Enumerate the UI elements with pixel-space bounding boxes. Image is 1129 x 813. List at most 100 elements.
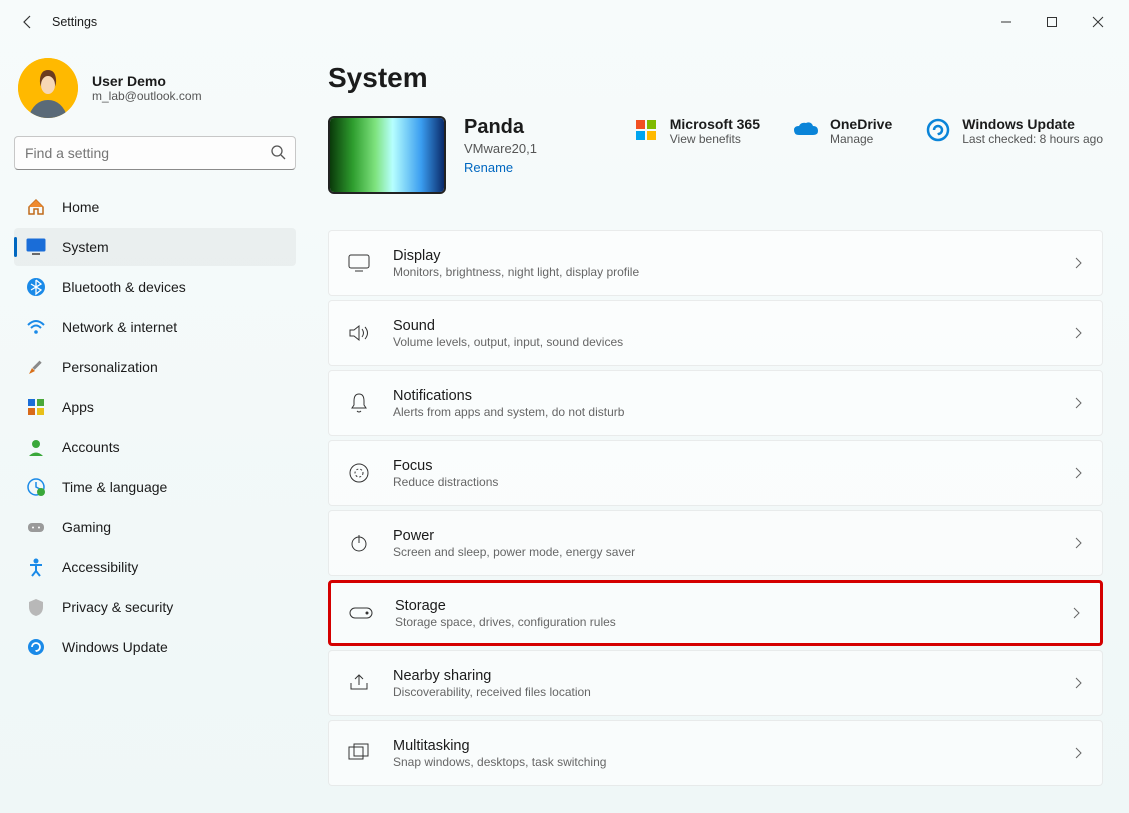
nav-bluetooth[interactable]: Bluetooth & devices xyxy=(14,268,296,306)
item-sub: Snap windows, desktops, task switching xyxy=(393,755,1072,769)
shield-icon xyxy=(26,597,46,617)
settings-list: DisplayMonitors, brightness, night light… xyxy=(328,230,1103,786)
nav-label: Network & internet xyxy=(62,319,177,335)
page-title: System xyxy=(328,62,1103,94)
nav-apps[interactable]: Apps xyxy=(14,388,296,426)
nav-label: Privacy & security xyxy=(62,599,173,615)
item-notifications[interactable]: NotificationsAlerts from apps and system… xyxy=(328,370,1103,436)
nav-accounts[interactable]: Accounts xyxy=(14,428,296,466)
device-name: Panda xyxy=(464,116,537,139)
item-sub: Discoverability, received files location xyxy=(393,685,1072,699)
item-title: Display xyxy=(393,248,1072,264)
maximize-button[interactable] xyxy=(1029,6,1075,38)
item-sub: Storage space, drives, configuration rul… xyxy=(395,615,1070,629)
sound-icon xyxy=(347,321,371,345)
nav-label: Time & language xyxy=(62,479,167,495)
device-thumbnail[interactable] xyxy=(328,116,446,194)
chevron-right-icon xyxy=(1072,537,1084,549)
back-button[interactable] xyxy=(8,2,48,42)
nav-label: Apps xyxy=(62,399,94,415)
person-icon xyxy=(26,437,46,457)
item-display[interactable]: DisplayMonitors, brightness, night light… xyxy=(328,230,1103,296)
update-icon xyxy=(26,637,46,657)
storage-icon xyxy=(349,601,373,625)
item-sound[interactable]: SoundVolume levels, output, input, sound… xyxy=(328,300,1103,366)
avatar xyxy=(18,58,78,118)
apps-icon xyxy=(26,397,46,417)
window-title: Settings xyxy=(52,15,97,29)
item-title: Nearby sharing xyxy=(393,668,1072,684)
item-storage[interactable]: StorageStorage space, drives, configurat… xyxy=(328,580,1103,646)
user-block[interactable]: User Demo m_lab@outlook.com xyxy=(14,52,296,136)
nav-privacy[interactable]: Privacy & security xyxy=(14,588,296,626)
chevron-right-icon xyxy=(1072,467,1084,479)
card-sub: View benefits xyxy=(670,132,760,146)
share-icon xyxy=(347,671,371,695)
nav-label: Windows Update xyxy=(62,639,168,655)
nav-label: Personalization xyxy=(62,359,158,375)
item-power[interactable]: PowerScreen and sleep, power mode, energ… xyxy=(328,510,1103,576)
card-onedrive[interactable]: OneDrive Manage xyxy=(792,116,892,146)
titlebar: Settings xyxy=(0,0,1129,44)
onedrive-icon xyxy=(792,116,820,144)
power-icon xyxy=(347,531,371,555)
nav-label: Accounts xyxy=(62,439,120,455)
focus-icon xyxy=(347,461,371,485)
item-title: Sound xyxy=(393,318,1072,334)
chevron-right-icon xyxy=(1072,397,1084,409)
nav-network[interactable]: Network & internet xyxy=(14,308,296,346)
bell-icon xyxy=(347,391,371,415)
item-sub: Alerts from apps and system, do not dist… xyxy=(393,405,1072,419)
user-name: User Demo xyxy=(92,73,202,89)
item-nearby-sharing[interactable]: Nearby sharingDiscoverability, received … xyxy=(328,650,1103,716)
nav-home[interactable]: Home xyxy=(14,188,296,226)
item-title: Storage xyxy=(395,598,1070,614)
nav-label: Accessibility xyxy=(62,559,138,575)
bluetooth-icon xyxy=(26,277,46,297)
nav-personalization[interactable]: Personalization xyxy=(14,348,296,386)
chevron-right-icon xyxy=(1072,677,1084,689)
item-sub: Reduce distractions xyxy=(393,475,1072,489)
nav: Home System Bluetooth & devices Network … xyxy=(14,188,296,666)
item-title: Notifications xyxy=(393,388,1072,404)
multitasking-icon xyxy=(347,741,371,765)
chevron-right-icon xyxy=(1070,607,1082,619)
user-email: m_lab@outlook.com xyxy=(92,89,202,103)
search-input[interactable] xyxy=(14,136,296,170)
item-sub: Monitors, brightness, night light, displ… xyxy=(393,265,1072,279)
wifi-icon xyxy=(26,317,46,337)
minimize-button[interactable] xyxy=(983,6,1029,38)
nav-windows-update[interactable]: Windows Update xyxy=(14,628,296,666)
chevron-right-icon xyxy=(1072,257,1084,269)
chevron-right-icon xyxy=(1072,747,1084,759)
nav-system[interactable]: System xyxy=(14,228,296,266)
nav-label: Bluetooth & devices xyxy=(62,279,186,295)
card-windows-update[interactable]: Windows Update Last checked: 8 hours ago xyxy=(924,116,1103,146)
update-status-icon xyxy=(924,116,952,144)
item-title: Power xyxy=(393,528,1072,544)
ms365-icon xyxy=(632,116,660,144)
card-sub: Manage xyxy=(830,132,892,146)
card-sub: Last checked: 8 hours ago xyxy=(962,132,1103,146)
card-microsoft365[interactable]: Microsoft 365 View benefits xyxy=(632,116,760,146)
chevron-right-icon xyxy=(1072,327,1084,339)
item-multitasking[interactable]: MultitaskingSnap windows, desktops, task… xyxy=(328,720,1103,786)
display-icon xyxy=(347,251,371,275)
item-sub: Screen and sleep, power mode, energy sav… xyxy=(393,545,1072,559)
nav-time-language[interactable]: Time & language xyxy=(14,468,296,506)
device-model: VMware20,1 xyxy=(464,141,537,156)
clock-globe-icon xyxy=(26,477,46,497)
search-icon xyxy=(270,144,286,160)
rename-link[interactable]: Rename xyxy=(464,160,537,175)
item-focus[interactable]: FocusReduce distractions xyxy=(328,440,1103,506)
nav-gaming[interactable]: Gaming xyxy=(14,508,296,546)
system-icon xyxy=(26,237,46,257)
home-icon xyxy=(26,197,46,217)
accessibility-icon xyxy=(26,557,46,577)
nav-label: Gaming xyxy=(62,519,111,535)
card-title: OneDrive xyxy=(830,116,892,132)
nav-accessibility[interactable]: Accessibility xyxy=(14,548,296,586)
nav-label: System xyxy=(62,239,109,255)
close-button[interactable] xyxy=(1075,6,1121,38)
content-area: System Panda VMware20,1 Rename Microsoft… xyxy=(310,44,1129,813)
